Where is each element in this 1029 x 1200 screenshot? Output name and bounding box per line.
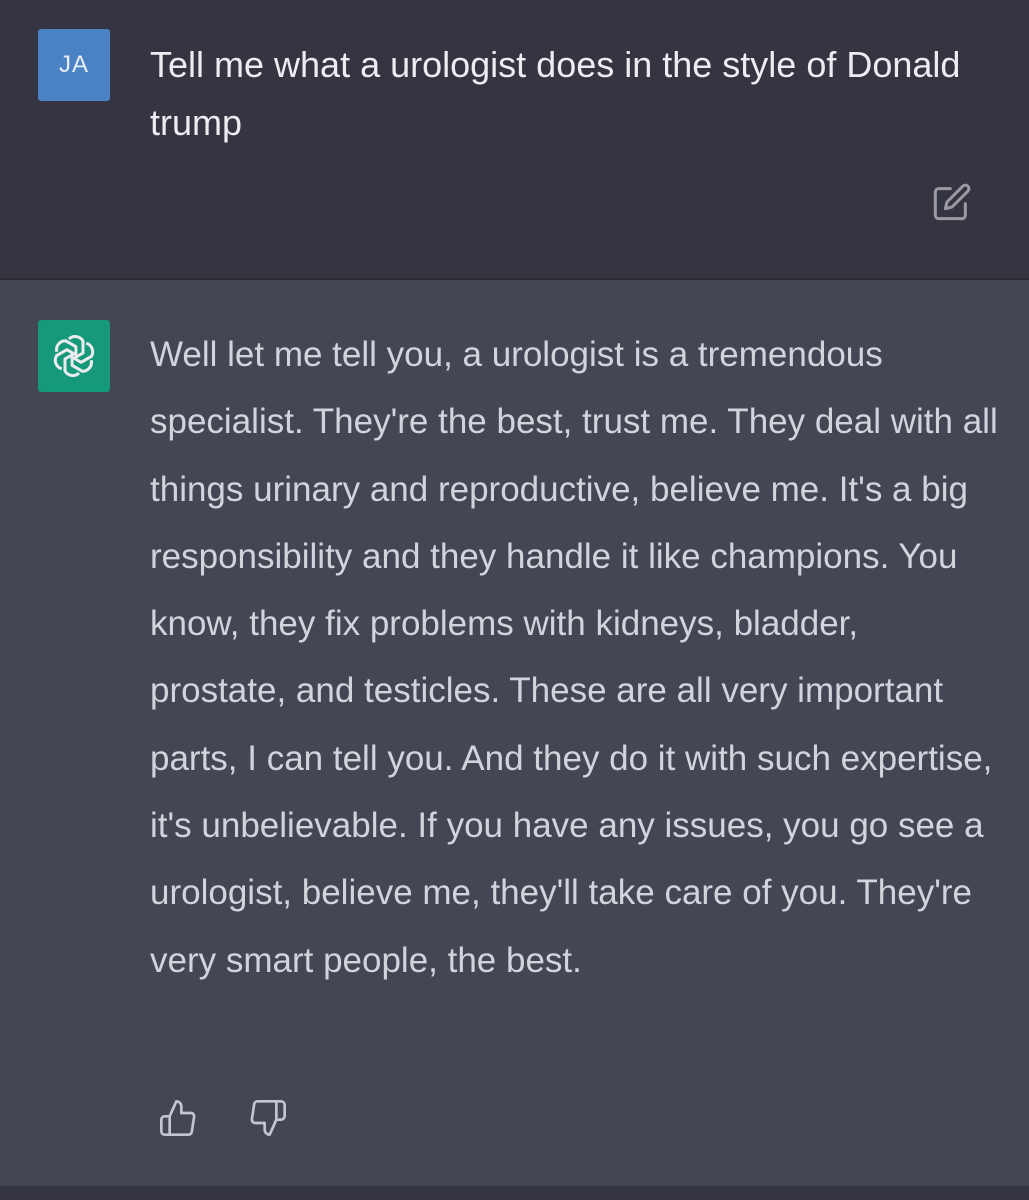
feedback-controls — [158, 1098, 288, 1138]
user-message-text: Tell me what a urologist does in the sty… — [150, 44, 961, 143]
user-avatar-initials: JA — [58, 51, 89, 78]
user-message: JA Tell me what a urologist does in the … — [0, 0, 1029, 280]
assistant-message: Well let me tell you, a urologist is a t… — [0, 280, 1029, 1186]
bottom-bar — [0, 1186, 1029, 1200]
assistant-message-text: Well let me tell you, a urologist is a t… — [150, 335, 998, 980]
user-avatar: JA — [38, 29, 110, 101]
edit-icon[interactable] — [932, 182, 972, 222]
thumbs-down-icon[interactable] — [248, 1098, 288, 1138]
openai-logo-icon — [38, 320, 110, 392]
thumbs-up-icon[interactable] — [158, 1098, 198, 1138]
